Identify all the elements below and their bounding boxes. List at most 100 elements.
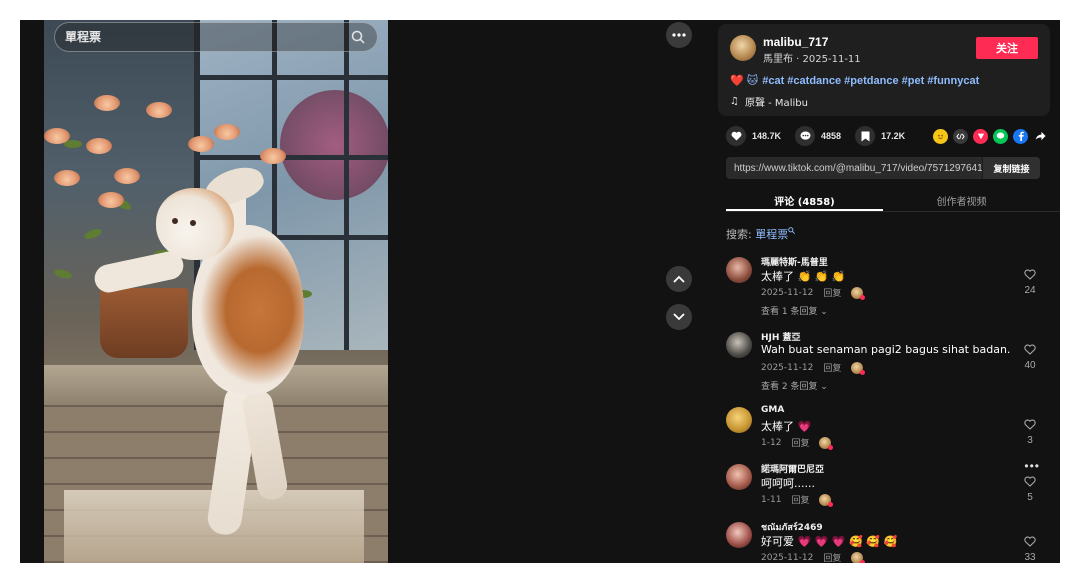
author-name[interactable]: malibu_717 — [763, 35, 828, 49]
next-video-button[interactable] — [666, 304, 692, 330]
emoji-icon[interactable] — [933, 128, 948, 144]
save-button[interactable]: 17.2K — [855, 126, 905, 146]
flower-pot — [100, 288, 188, 358]
search-hint-prefix: 搜索: — [726, 228, 752, 241]
comment-meta: 2025-11-12 回复 — [761, 286, 866, 300]
comment-date: 2025-11-12 — [761, 362, 814, 373]
copy-link-button[interactable]: 复制链接 — [982, 157, 1040, 179]
send-icon[interactable] — [973, 128, 988, 144]
share-icons — [933, 128, 1048, 144]
flower — [260, 148, 286, 164]
video-stage — [20, 20, 706, 563]
ellipsis-icon — [672, 33, 686, 37]
search-input[interactable] — [65, 30, 349, 44]
commenter-avatar[interactable] — [726, 332, 752, 358]
comment-like-count: 5 — [1027, 492, 1033, 503]
more-options-button[interactable] — [666, 22, 692, 48]
embed-icon[interactable] — [953, 128, 968, 144]
leaf — [53, 267, 73, 281]
search-bar[interactable] — [54, 22, 378, 52]
reply-button[interactable]: 回复 — [791, 436, 809, 449]
reply-button[interactable]: 回复 — [823, 361, 841, 374]
flower — [188, 136, 214, 152]
window-frame — [344, 20, 349, 350]
creator-reply-avatar — [851, 286, 866, 300]
tab-comments[interactable]: 评论 (4858) — [726, 188, 883, 211]
comment-more-icon[interactable]: ••• — [1024, 459, 1040, 473]
creator-reply-avatar — [851, 361, 866, 375]
video-caption: ❤️ 🐱 #cat #catdance #petdance #pet #funn… — [730, 74, 979, 88]
comment-meta: 1-12 回复 — [761, 436, 834, 450]
line-icon[interactable] — [993, 128, 1008, 144]
author-card: malibu_717 馬里布 · 2025-11-11 关注 ❤️ 🐱 #cat… — [718, 24, 1050, 116]
bookmark-icon — [855, 126, 876, 146]
caption-hashtags[interactable]: #cat #catdance #petdance #pet #funnycat — [762, 75, 979, 87]
chevron-down-icon — [673, 313, 685, 321]
comment-like-button[interactable]: 5 — [1020, 474, 1040, 503]
chevron-up-icon — [673, 275, 685, 283]
heart-outline-icon — [1024, 269, 1036, 280]
previous-video-button[interactable] — [666, 266, 692, 292]
commenter-name[interactable]: GMA — [761, 405, 784, 415]
author-avatar[interactable] — [730, 35, 756, 61]
flower — [214, 124, 240, 140]
comment-text: 呵呵呵...... — [761, 477, 815, 490]
reply-button[interactable]: 回复 — [823, 286, 841, 299]
comment-item: 諾瑪阿爾巴尼亞 呵呵呵...... 1-11 回复 ••• 5 — [726, 459, 1044, 510]
comment-item: HJH 蓋亞 Wah buat senaman pagi2 bagus siha… — [726, 330, 1044, 394]
commenter-avatar[interactable] — [726, 464, 752, 490]
share-link-text[interactable]: https://www.tiktok.com/@malibu_717/video… — [726, 163, 982, 174]
search-icon — [788, 227, 796, 234]
creator-reply-avatar — [851, 551, 866, 563]
search-icon[interactable] — [349, 28, 367, 46]
comment-like-count: 24 — [1024, 285, 1036, 296]
commenter-name[interactable]: 瑪麗特斯-馬普里 — [761, 255, 828, 268]
view-replies-button[interactable]: 查看 2 条回复 ⌄ — [761, 379, 828, 392]
author-meta: 馬里布 · 2025-11-11 — [763, 54, 861, 65]
commenter-name[interactable]: ชณัมภัสร์2469 — [761, 520, 823, 534]
leaf — [83, 227, 103, 241]
tiktok-video-page: malibu_717 馬里布 · 2025-11-11 关注 ❤️ 🐱 #cat… — [20, 20, 1060, 563]
heart-icon — [726, 126, 746, 146]
comment-button[interactable]: 4858 — [795, 126, 841, 146]
music-row[interactable]: ♫ 原聲 - Malibu — [730, 94, 808, 109]
reply-button[interactable]: 回复 — [791, 493, 809, 506]
search-hint-term[interactable]: 單程票 — [755, 228, 788, 241]
heart-outline-icon — [1024, 476, 1036, 487]
caption-emoji: ❤️ 🐱 — [730, 75, 759, 87]
comment-item: GMA 太棒了 💗 1-12 回复 3 — [726, 405, 1044, 453]
window-frame — [194, 75, 388, 80]
cat-eye — [172, 218, 178, 224]
follow-button[interactable]: 关注 — [976, 37, 1038, 59]
reply-button[interactable]: 回复 — [823, 551, 841, 563]
commenter-name[interactable]: 諾瑪阿爾巴尼亞 — [761, 462, 824, 475]
facebook-icon[interactable] — [1013, 128, 1028, 144]
like-count: 148.7K — [752, 131, 782, 141]
comment-item: 瑪麗特斯-馬普里 太棒了 👏 👏 👏 2025-11-12 回复 查看 1 条回… — [726, 255, 1044, 319]
search-hint: 搜索: 單程票 — [726, 226, 796, 242]
view-replies-button[interactable]: 查看 1 条回复 ⌄ — [761, 304, 828, 317]
heart-outline-icon — [1024, 344, 1036, 355]
commenter-avatar[interactable] — [726, 407, 752, 433]
heart-outline-icon — [1024, 419, 1036, 430]
music-title[interactable]: 原聲 - Malibu — [745, 94, 808, 109]
comment-like-button[interactable]: 33 — [1020, 534, 1040, 563]
comment-date: 2025-11-12 — [761, 287, 814, 298]
comment-like-button[interactable]: 3 — [1020, 417, 1040, 446]
heart-outline-icon — [1024, 536, 1036, 547]
commenter-name[interactable]: HJH 蓋亞 — [761, 330, 801, 343]
commenter-avatar[interactable] — [726, 522, 752, 548]
comment-item: ชณัมภัสร์2469 好可爱 💗 💗 💗 🥰 🥰 🥰 2025-11-12… — [726, 520, 1044, 563]
like-button[interactable]: 148.7K — [726, 126, 781, 146]
tab-creator-videos[interactable]: 创作者视频 — [883, 188, 1040, 211]
comment-meta: 2025-11-12 回复 — [761, 361, 866, 375]
comment-like-button[interactable]: 24 — [1020, 267, 1040, 296]
video-player[interactable] — [44, 20, 388, 563]
comment-like-button[interactable]: 40 — [1020, 342, 1040, 371]
commenter-avatar[interactable] — [726, 257, 752, 283]
flower — [44, 128, 70, 144]
share-arrow-icon[interactable] — [1033, 129, 1048, 144]
creator-reply-avatar — [819, 493, 834, 507]
flower-bush-background — [280, 90, 388, 200]
action-row: 148.7K 4858 17.2K — [726, 125, 1048, 147]
